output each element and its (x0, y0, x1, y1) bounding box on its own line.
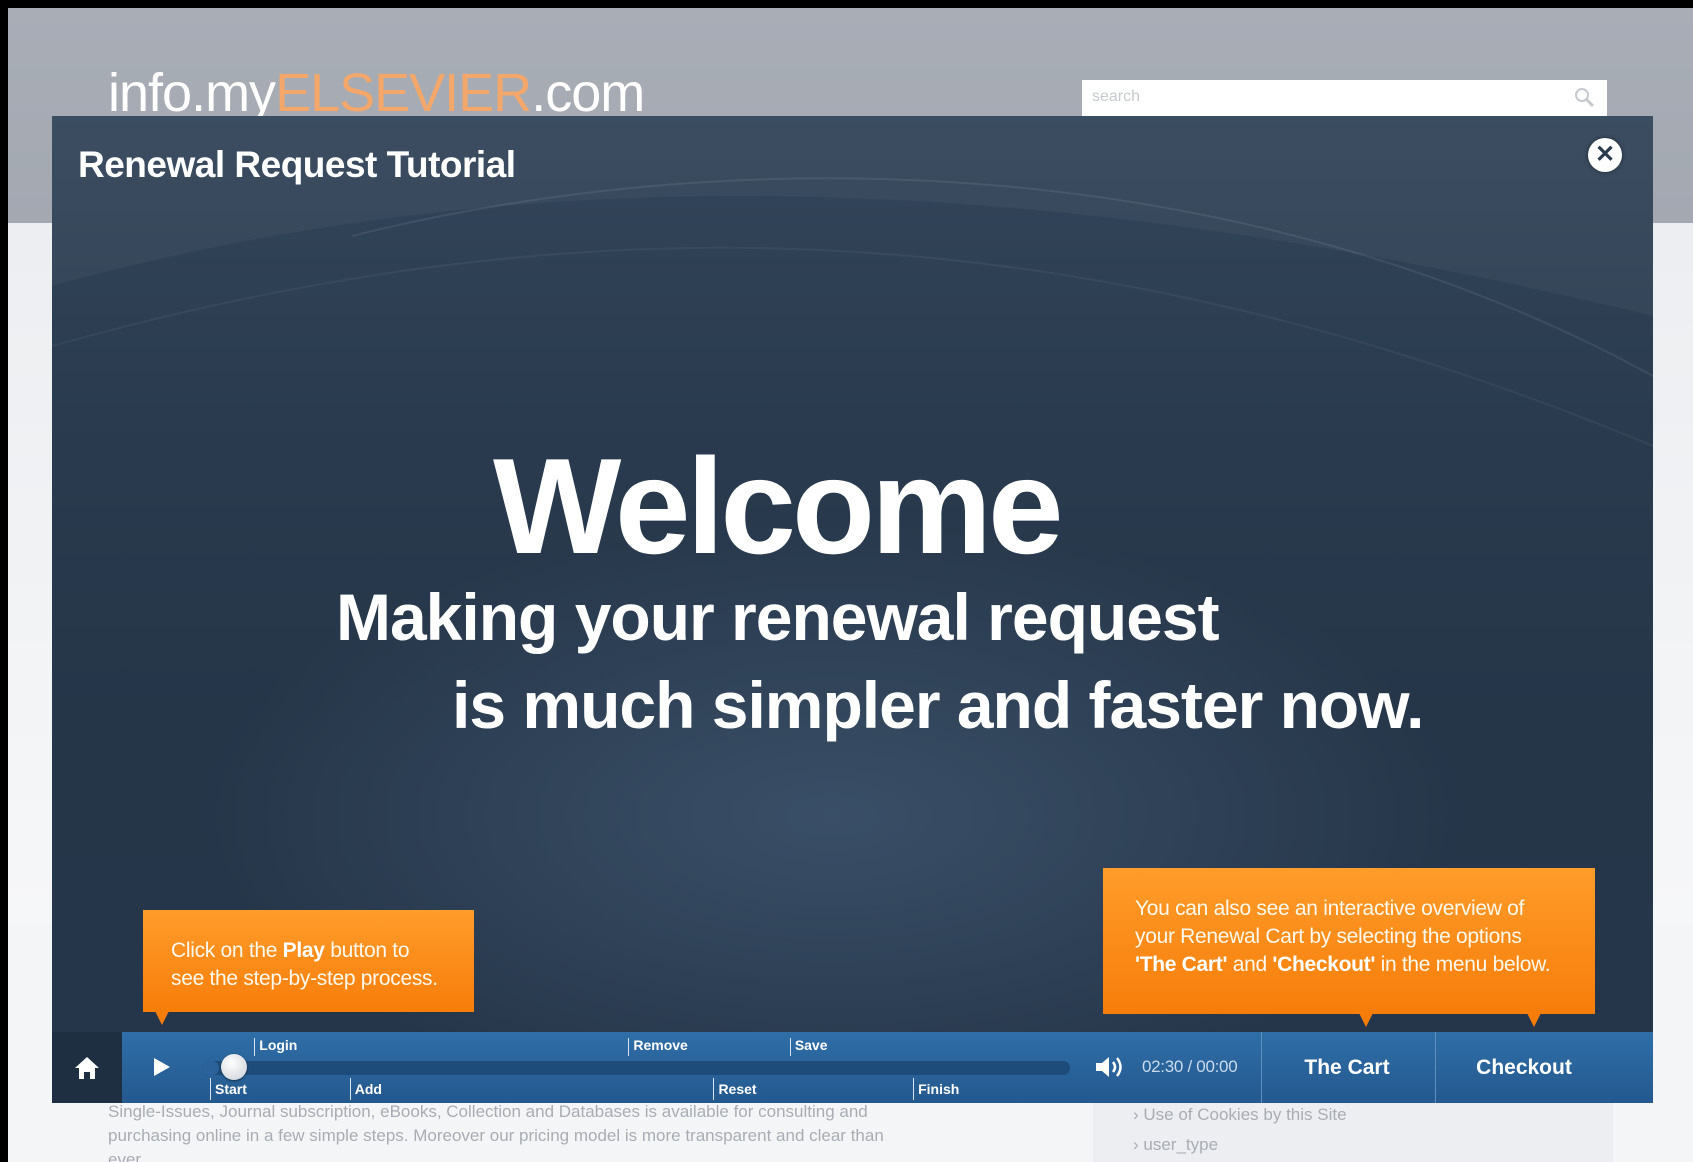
chapter-marker-remove[interactable]: Remove (628, 1038, 688, 1056)
home-icon[interactable] (52, 1032, 122, 1103)
chapter-marker-add[interactable]: Add (349, 1078, 382, 1100)
progress-knob[interactable] (221, 1054, 248, 1080)
search-input[interactable]: search (1082, 80, 1607, 116)
modal-title: Renewal Request Tutorial (78, 144, 516, 185)
side-menu-item[interactable]: › Use of Cookies by this Site (1093, 1100, 1613, 1130)
chapter-marker-login[interactable]: Login (254, 1038, 297, 1056)
close-icon[interactable]: ✕ (1588, 138, 1622, 172)
volume-icon[interactable] (1094, 1054, 1128, 1080)
logo-prefix: info.my (108, 63, 276, 123)
logo-suffix: .com (531, 63, 645, 123)
the-cart-button[interactable]: The Cart (1261, 1032, 1432, 1103)
welcome-heading: Welcome (493, 430, 1064, 582)
side-menu: › Use of Cookies by this Site › user_typ… (1093, 1100, 1613, 1162)
cart-hint-tooltip: You can also see an interactive overview… (1103, 868, 1595, 1027)
chapter-marker-reset[interactable]: Reset (713, 1078, 757, 1100)
tooltip-arrow (155, 1011, 169, 1025)
time-display: 02:30 / 00:00 (1142, 1057, 1238, 1076)
control-bar: Login Remove Save Start Add Reset Finish 02:30… (122, 1032, 1653, 1103)
play-icon[interactable] (150, 1056, 172, 1078)
tooltip-arrow (1527, 1013, 1541, 1027)
tutorial-modal: Renewal Request Tutorial ✕ Welcome Makin… (52, 116, 1653, 1103)
checkout-button[interactable]: Checkout (1435, 1032, 1612, 1103)
side-menu-item[interactable]: › user_type (1093, 1130, 1613, 1160)
tooltip-arrow (1359, 1013, 1373, 1027)
subtitle-line-1: Making your renewal request (336, 580, 1220, 654)
search-placeholder: search (1092, 88, 1141, 105)
search-icon[interactable] (1573, 86, 1595, 113)
logo-accent: ELSEVIER (275, 63, 532, 123)
player-controls: Login Remove Save Start Add Reset Finish 02:30… (52, 1032, 1653, 1103)
intro-text: Single-Issues, Journal subscription, eBo… (108, 1100, 1028, 1162)
chapter-marker-finish[interactable]: Finish (913, 1078, 959, 1100)
site-logo[interactable]: info.myELSEVIER.com (108, 63, 645, 123)
intro-text-line: purchasing online in a few simple steps.… (108, 1126, 884, 1145)
intro-text-line: Single-Issues, Journal subscription, eBo… (108, 1102, 868, 1121)
chapter-marker-save[interactable]: Save (789, 1038, 828, 1056)
play-hint-tooltip: Click on the Play button to see the step… (143, 910, 474, 1025)
subtitle-line-2: is much simpler and faster now. (452, 668, 1424, 742)
intro-text-line: ever. (108, 1150, 145, 1162)
chapter-marker-start[interactable]: Start (210, 1078, 247, 1100)
progress-fill (202, 1061, 220, 1075)
progress-track[interactable] (202, 1061, 1070, 1075)
